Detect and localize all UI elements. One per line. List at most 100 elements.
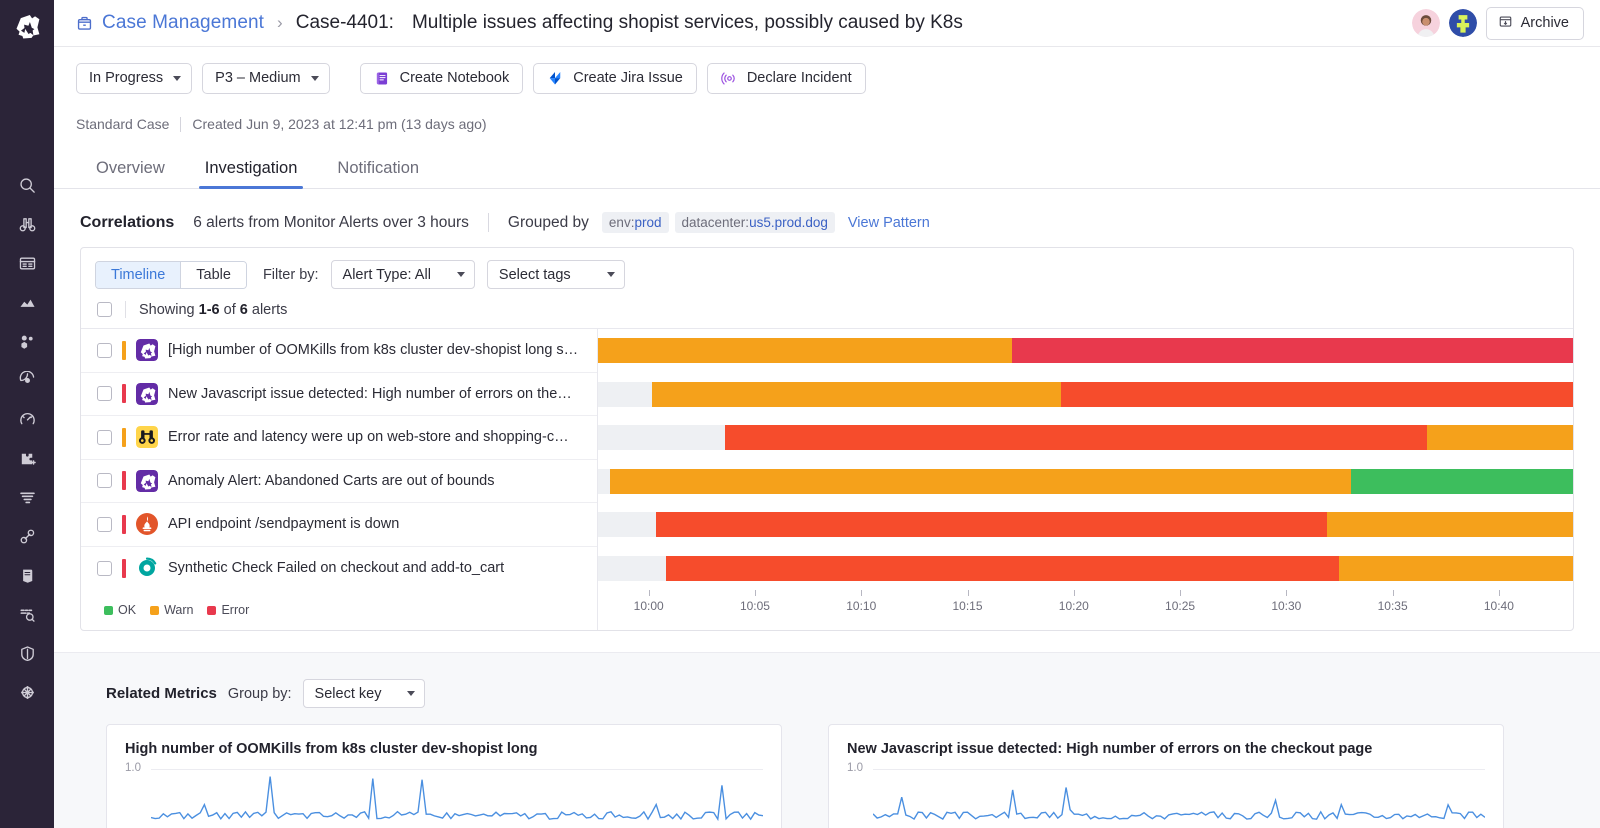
rail-item-logs-lines[interactable] [0,478,54,517]
related-metrics-groupby-select[interactable]: Select key [302,679,426,708]
showing-divider [125,301,126,318]
group-tag-datacenter[interactable]: datacenter:us5.prod.dog [674,212,835,233]
archive-label: Archive [1520,15,1569,31]
case-management-icon [76,15,93,32]
rail-item-metrics-chart[interactable] [0,283,54,322]
alert-row[interactable]: [High number of OOMKills from k8s cluste… [81,329,597,373]
view-toggle-timeline[interactable]: Timeline [96,261,181,288]
related-metric-card[interactable]: High number of OOMKills from k8s cluster… [106,724,782,828]
correlations-summary: 6 alerts from Monitor Alerts over 3 hour… [193,213,469,231]
alert-title: Anomaly Alert: Abandoned Carts are out o… [168,472,495,489]
timeline-axis: 10:00 10:05 10:10 10:15 10:20 10:25 10:30 10:35… [598,590,1573,630]
timeline-segment-warn[interactable] [609,468,1351,494]
axis-tick-mark [754,590,756,596]
axis-tick-mark [648,590,650,596]
timeline-track [598,512,1573,537]
correlations-divider [487,213,489,232]
network-globe-icon [18,683,37,702]
breadcrumb-root-link[interactable]: Case Management [102,12,264,34]
tab-overview[interactable]: Overview [76,159,185,188]
timeline-segment-warn[interactable] [1327,512,1573,537]
timeline-segment-error[interactable] [1061,381,1573,407]
group-tag-env[interactable]: env:prod [601,212,669,233]
view-pattern-link[interactable]: View Pattern [848,215,930,231]
create-jira-issue-button[interactable]: Create Jira Issue [533,62,697,94]
rail-item-observability-pipeline[interactable] [0,595,54,634]
rail-item-apm-target[interactable] [0,361,54,400]
rail-item-shield[interactable] [0,634,54,673]
timeline-row[interactable] [598,547,1573,591]
alert-row-checkbox[interactable] [97,473,112,489]
timeline-no-data [598,468,610,494]
grouped-by-label: Grouped by [507,213,589,231]
rail-item-infrastructure[interactable] [0,322,54,361]
alert-row-checkbox[interactable] [97,386,112,402]
timeline-segment-warn[interactable] [651,381,1062,407]
select-all-checkbox[interactable] [97,302,112,317]
rail-item-dashboard[interactable] [0,244,54,283]
timeline-row[interactable] [598,416,1573,460]
timeline-no-data [598,512,656,537]
create-notebook-button[interactable]: Create Notebook [359,62,524,94]
timeline-segment-ok[interactable] [1350,468,1573,494]
alert-row[interactable]: New Javascript issue detected: High numb… [81,373,597,416]
status-legend: OK Warn Error [81,590,597,630]
timeline-row[interactable] [598,460,1573,504]
rail-item-binoculars[interactable] [0,205,54,244]
timeline-segment-warn[interactable] [1339,555,1573,581]
related-metric-card[interactable]: New Javascript issue detected: High numb… [828,724,1504,828]
rail-item-search[interactable] [0,166,54,205]
tab-notification[interactable]: Notification [317,159,439,188]
alert-row-checkbox[interactable] [97,342,112,358]
declare-incident-label: Declare Incident [746,70,852,86]
axis-tick-label: 10:40 [1483,599,1514,613]
timeline-row[interactable] [598,329,1573,373]
puzzle-plus-icon [18,449,37,468]
rail-item-gauge[interactable] [0,400,54,439]
avatar-user[interactable] [1411,9,1440,37]
alert-row-checkbox[interactable] [97,429,112,445]
declare-incident-button[interactable]: Declare Incident [706,62,866,94]
archive-button[interactable]: Archive [1485,6,1584,40]
alert-row[interactable]: Anomaly Alert: Abandoned Carts are out o… [81,460,597,503]
timeline-segment-warn[interactable] [598,338,1013,363]
showing-row: Showing 1-6 of 6 alerts [81,301,1573,328]
timeline-segment-error[interactable] [1012,338,1573,363]
rail-item-notebook[interactable] [0,556,54,595]
alert-row-checkbox[interactable] [97,560,112,576]
legend-label: OK [118,603,137,617]
tab-bar: Overview Investigation Notification [54,145,1600,189]
avatar-team[interactable] [1448,9,1477,37]
timeline-row[interactable] [598,373,1573,417]
rail-item-puzzle-plus[interactable] [0,439,54,478]
timeline-row[interactable] [598,503,1573,547]
priority-select[interactable]: P3 – Medium [202,62,330,94]
timeline-segment-error[interactable] [655,512,1328,537]
rail-item-link-chain[interactable] [0,517,54,556]
axis-tick-mark [1498,590,1500,596]
investigation-content: Correlations 6 alerts from Monitor Alert… [54,190,1600,828]
alert-row[interactable]: Synthetic Check Failed on checkout and a… [81,547,597,591]
view-toggle-table[interactable]: Table [180,261,246,288]
alert-row-checkbox[interactable] [97,516,112,532]
timeline-segment-error[interactable] [724,425,1427,450]
link-chain-icon [18,527,37,546]
timeline-no-data [598,425,725,450]
timeline-track [598,468,1573,494]
page-title: Multiple issues affecting shopist servic… [411,12,963,33]
alert-title: Error rate and latency were up on web-st… [168,429,569,446]
alert-type-filter[interactable]: Alert Type: All [330,260,475,289]
select-tags-filter[interactable]: Select tags [486,260,625,289]
timeline-track [598,555,1573,581]
datadog-logo[interactable] [0,0,54,54]
alert-row[interactable]: Error rate and latency were up on web-st… [81,416,597,460]
metrics-chart-icon [18,293,37,312]
tab-investigation[interactable]: Investigation [185,159,318,189]
showing-middle: of [223,301,236,318]
status-select[interactable]: In Progress [76,62,193,94]
alert-row[interactable]: API endpoint /sendpayment is down [81,503,597,547]
chevron-down-icon [310,75,319,81]
timeline-segment-error[interactable] [666,555,1339,581]
timeline-segment-warn[interactable] [1426,425,1573,450]
rail-item-network-globe[interactable] [0,673,54,712]
